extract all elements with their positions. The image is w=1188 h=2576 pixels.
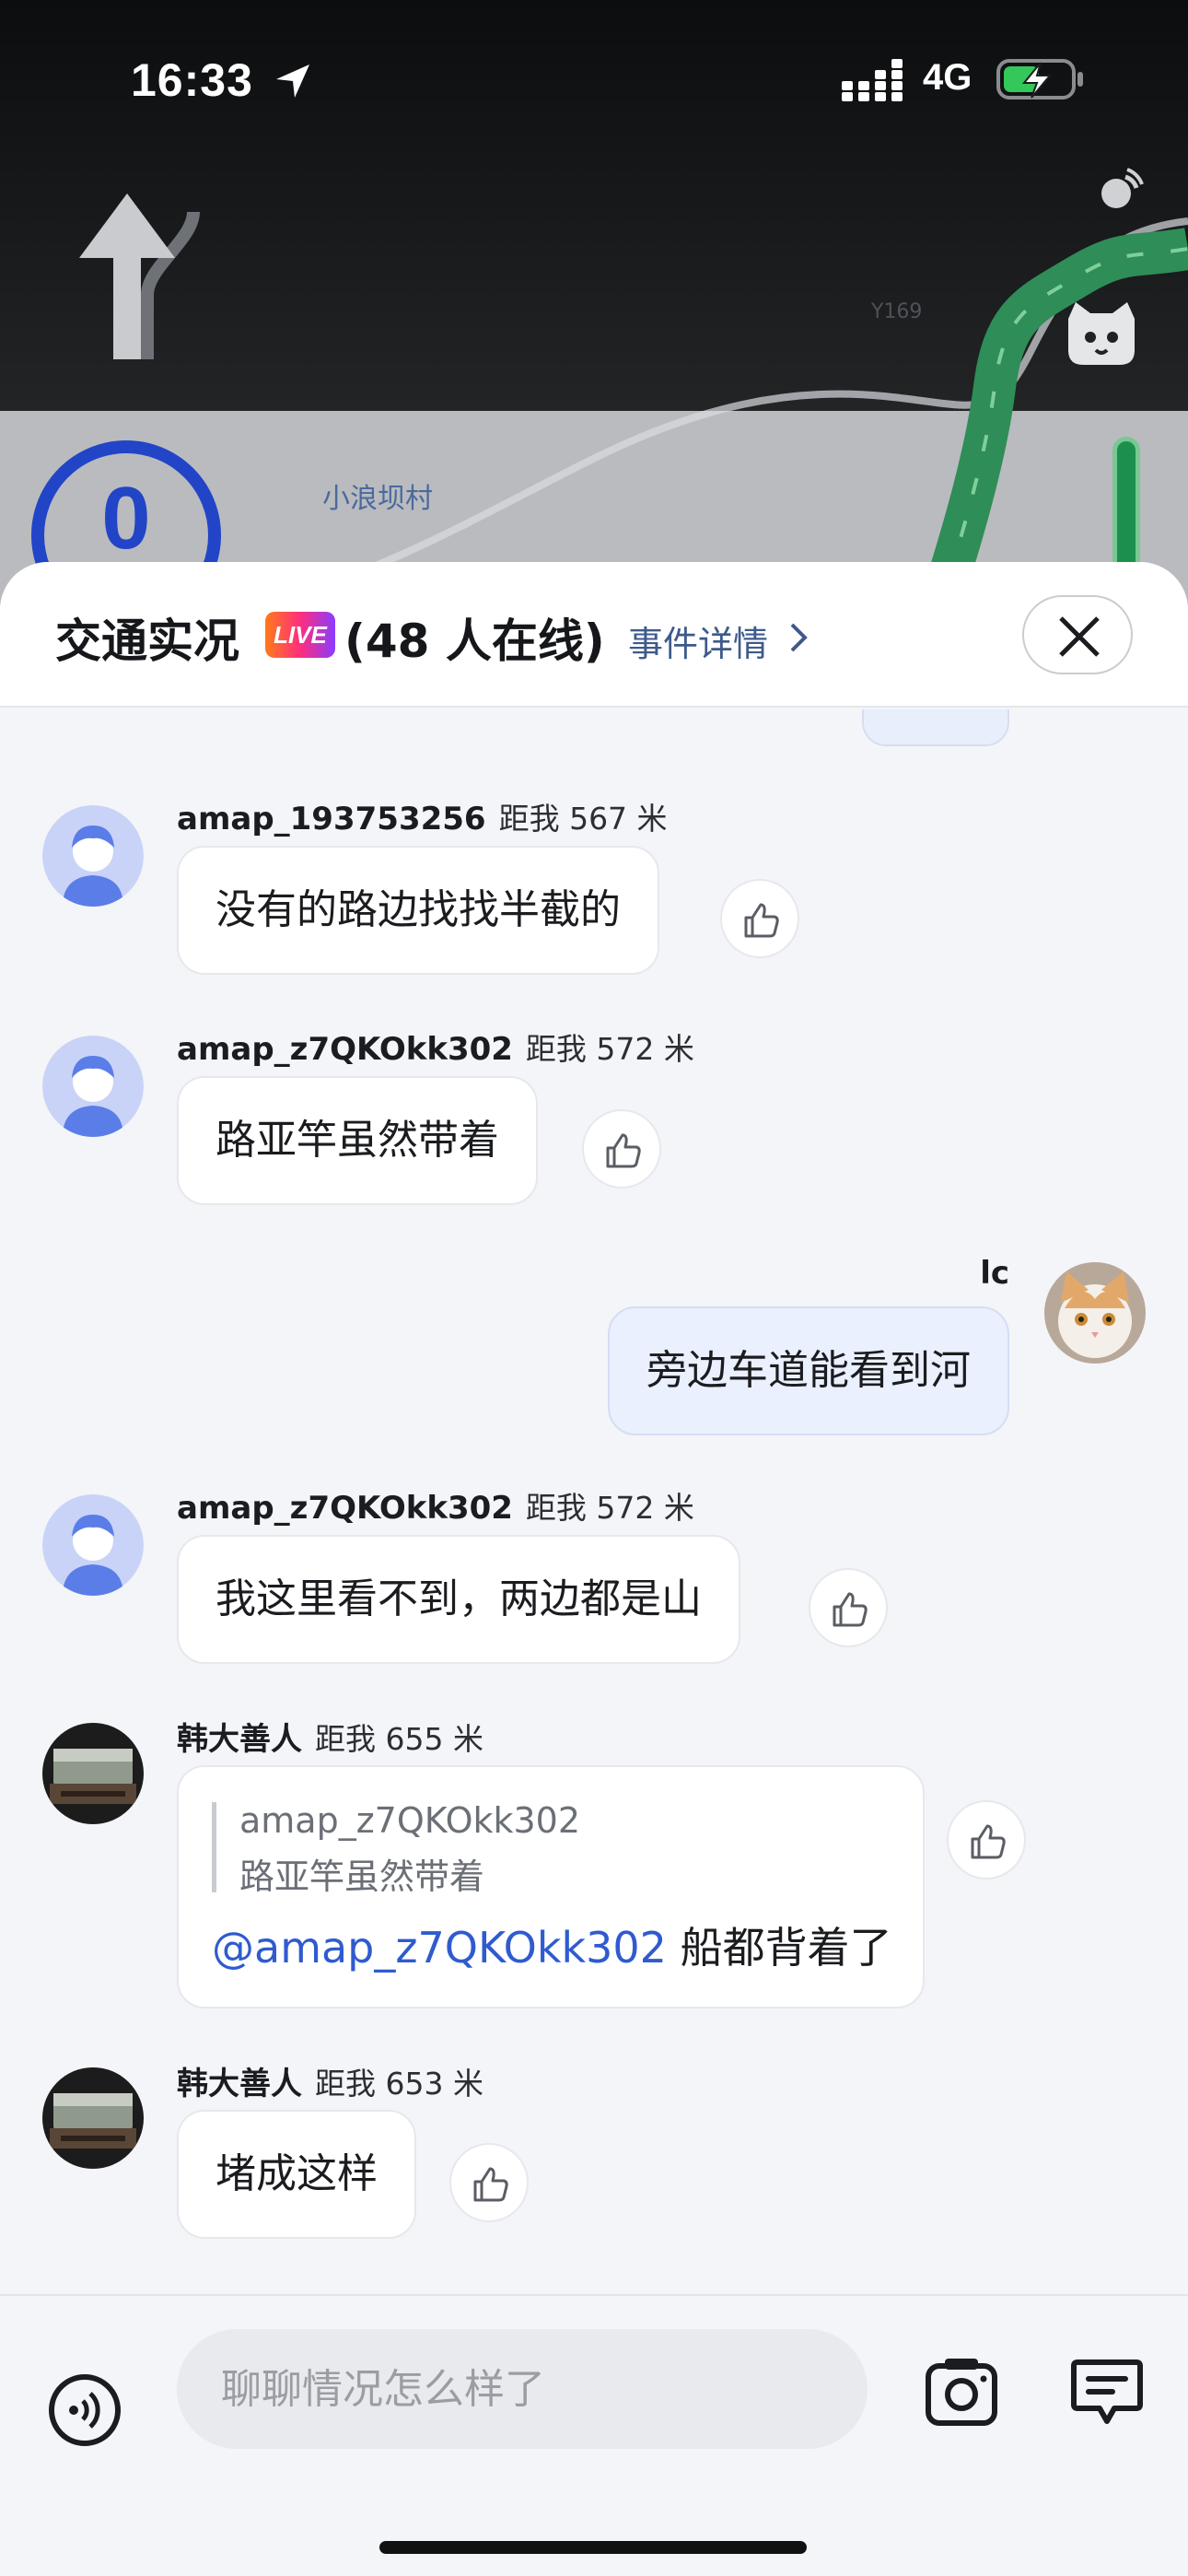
message-list[interactable]: amap_193753256 距我 567 米 没有的路边找找半截的 amap_z…	[0, 709, 1188, 2294]
beacon-icon[interactable]	[1092, 166, 1144, 217]
my-message-bubble[interactable]: 旁边车道能看到河	[608, 1306, 1009, 1435]
distance-label: 距我 572 米	[525, 1490, 694, 1526]
username: amap_z7QKOkk302	[177, 1490, 513, 1527]
message-bubble[interactable]: 我这里看不到，两边都是山	[177, 1535, 740, 1664]
chevron-right-icon[interactable]	[785, 619, 810, 656]
thumbs-up-icon	[473, 2167, 508, 2202]
user-avatar[interactable]	[42, 2067, 144, 2169]
distance-label: 距我 572 米	[525, 1031, 694, 1067]
mention-link[interactable]: @amap_z7QKOkk302	[212, 1923, 667, 1973]
user-avatar[interactable]	[42, 1723, 144, 1824]
like-button[interactable]	[947, 1800, 1026, 1879]
sheet-title: 交通实况	[55, 615, 239, 668]
close-button[interactable]	[1022, 595, 1133, 674]
like-button[interactable]	[449, 2143, 529, 2222]
user-avatar[interactable]	[42, 1494, 144, 1596]
location-arrow-icon	[276, 64, 309, 98]
chat-input[interactable]	[177, 2329, 868, 2449]
message-bubble[interactable]: 没有的路边找找半截的	[177, 846, 659, 975]
comment-icon[interactable]	[1068, 2353, 1146, 2430]
reply-message-bubble[interactable]: amap_z7QKOkk302 路亚竿虽然带着 @amap_z7QKOkk302…	[177, 1765, 925, 2008]
username: 韩大善人	[177, 2066, 302, 2102]
user-avatar[interactable]	[42, 1036, 144, 1137]
quote-bar	[212, 1802, 216, 1892]
thumbs-up-icon	[744, 903, 779, 938]
like-button[interactable]	[582, 1109, 661, 1188]
message-meta: 韩大善人 距我 653 米	[177, 2058, 483, 2103]
default-avatar-icon	[42, 1036, 144, 1137]
my-avatar[interactable]	[1044, 1262, 1146, 1364]
online-count: (48 人在线)	[344, 615, 605, 668]
event-details-link[interactable]: 事件详情	[628, 615, 768, 666]
message-meta: 韩大善人 距我 655 米	[177, 1714, 483, 1759]
reply-text: @amap_z7QKOkk302 船都背着了	[212, 1914, 892, 1975]
message-meta: amap_z7QKOkk302 距我 572 米	[177, 1025, 694, 1069]
default-avatar-icon	[42, 1494, 144, 1596]
like-button[interactable]	[809, 1568, 888, 1647]
input-bar	[0, 2294, 1188, 2576]
default-avatar-icon	[42, 805, 144, 907]
speed-value: 0	[101, 469, 151, 568]
username: amap_z7QKOkk302	[177, 1031, 513, 1068]
photo-avatar	[42, 1723, 144, 1824]
username: 韩大善人	[177, 1721, 302, 1758]
road-code-label: Y169	[871, 300, 923, 323]
place-label: 小浪坝村	[322, 483, 433, 515]
thumbs-up-icon	[606, 1133, 641, 1168]
message-bubble[interactable]: 堵成这样	[177, 2110, 416, 2239]
live-badge: LIVE	[265, 612, 335, 658]
username: amap_193753256	[177, 801, 486, 837]
thumbs-up-icon	[971, 1824, 1006, 1859]
like-button[interactable]	[720, 879, 799, 958]
battery-charging-icon	[996, 59, 1083, 100]
quoted-text: 路亚竿虽然带着	[239, 1856, 485, 1897]
cat-face-icon[interactable]	[1063, 300, 1140, 367]
voice-input-icon[interactable]	[48, 2373, 122, 2447]
reply-body: 船都背着了	[666, 1923, 892, 1973]
message-meta: amap_z7QKOkk302 距我 572 米	[177, 1483, 694, 1528]
close-icon	[1059, 616, 1100, 657]
live-chat-sheet: 交通实况 LIVE (48 人在线) 事件详情 amap_193753256 距我…	[0, 562, 1188, 2576]
home-indicator	[379, 2541, 807, 2554]
cat-photo-avatar	[1044, 1262, 1146, 1364]
network-type: 4G	[923, 57, 973, 98]
status-time: 16:33	[131, 54, 253, 106]
thumbs-up-icon	[833, 1592, 868, 1627]
quoted-username: amap_z7QKOkk302	[239, 1800, 581, 1841]
photo-avatar	[42, 2067, 144, 2169]
my-username: lc	[980, 1255, 1009, 1292]
message-bubble[interactable]: 路亚竿虽然带着	[177, 1076, 538, 1205]
distance-label: 距我 567 米	[498, 801, 668, 837]
distance-label: 距我 655 米	[315, 1721, 483, 1757]
camera-icon[interactable]	[923, 2353, 1000, 2430]
previous-message-bubble	[862, 709, 1009, 746]
turn-arrow-icon	[79, 193, 200, 359]
user-avatar[interactable]	[42, 805, 144, 907]
sheet-header: 交通实况 LIVE (48 人在线) 事件详情	[0, 562, 1188, 708]
distance-label: 距我 653 米	[315, 2066, 483, 2102]
message-meta: amap_193753256 距我 567 米	[177, 794, 668, 838]
signal-icon	[842, 59, 903, 101]
